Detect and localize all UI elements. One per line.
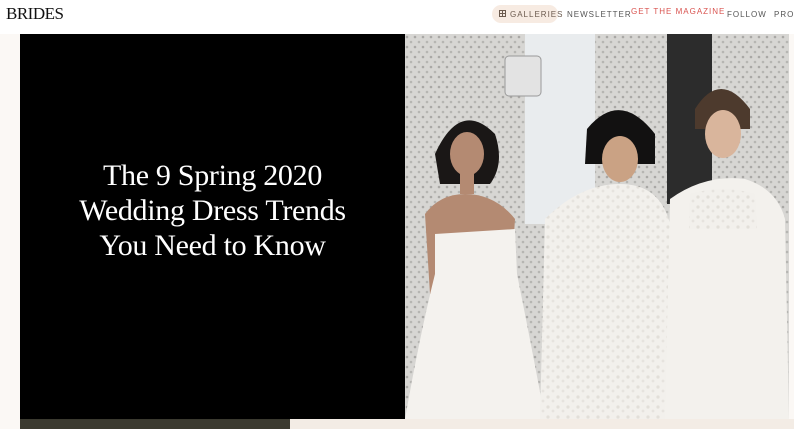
brides-photo-illustration (405, 34, 789, 419)
nav-get-the-magazine-link[interactable]: GET THE MAGAZINE (631, 7, 725, 16)
nav-newsletter-link[interactable]: NEWSLETTER (567, 10, 632, 19)
nav-follow-link[interactable]: FOLLOW (727, 10, 767, 19)
article-title[interactable]: The 9 Spring 2020 Wedding Dress Trends Y… (60, 158, 365, 263)
bottom-image-strip (20, 419, 290, 429)
site-header: BRIDES GALLERIES NEWSLETTER GET THE MAGA… (0, 0, 794, 34)
brides-logo[interactable]: BRIDES (6, 4, 64, 24)
hero-photo[interactable] (405, 34, 789, 419)
nav-galleries-button[interactable]: GALLERIES (492, 5, 562, 23)
nav-galleries-label: GALLERIES (510, 10, 564, 19)
bottom-content-strip (290, 419, 794, 429)
nav-profile-link[interactable]: PROF (774, 10, 794, 19)
grid-icon (499, 10, 506, 17)
hero-title-panel[interactable]: The 9 Spring 2020 Wedding Dress Trends Y… (20, 34, 405, 419)
